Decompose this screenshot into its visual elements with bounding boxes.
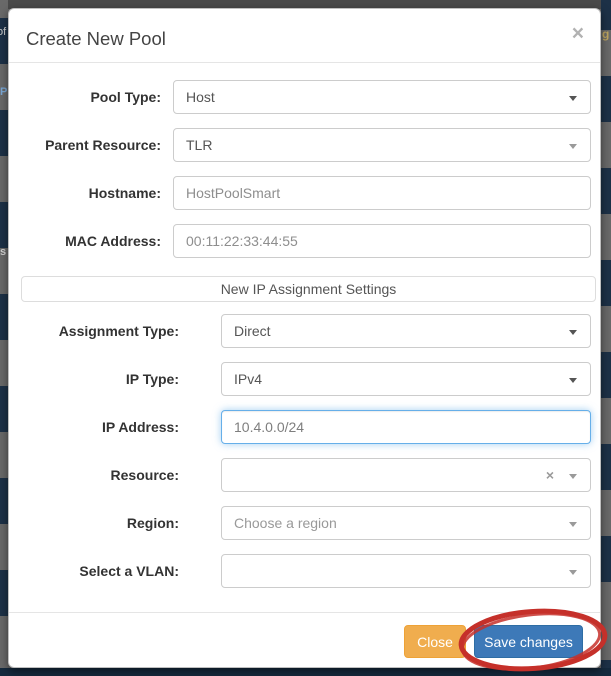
pool-type-value: Host <box>186 89 215 105</box>
modal-footer: Close Save changes <box>9 612 600 669</box>
backdrop-text-fragment: of <box>0 26 6 38</box>
region-select[interactable]: Choose a region <box>221 506 591 540</box>
chevron-down-icon <box>569 96 577 101</box>
ip-address-input[interactable] <box>221 410 591 444</box>
backdrop-bottom-bar <box>0 668 611 676</box>
hostname-input[interactable] <box>173 176 591 210</box>
field-row-ip-type: IP Type: IPv4 <box>9 362 600 396</box>
save-changes-button[interactable]: Save changes <box>474 625 583 658</box>
pool-type-label: Pool Type: <box>21 80 161 114</box>
vlan-label: Select a VLAN: <box>21 554 179 588</box>
field-row-region: Region: Choose a region <box>9 506 600 540</box>
parent-resource-value: TLR <box>186 137 212 153</box>
backdrop-text-fragment: s <box>0 246 6 258</box>
close-button[interactable]: Close <box>404 625 466 658</box>
resource-select[interactable]: × <box>221 458 591 492</box>
ip-address-label: IP Address: <box>21 410 179 444</box>
clear-selection-icon[interactable]: × <box>546 459 554 491</box>
create-new-pool-modal: Create New Pool × Pool Type: Host Parent… <box>8 8 601 668</box>
mac-address-input[interactable] <box>173 224 591 258</box>
field-row-vlan: Select a VLAN: <box>9 554 600 588</box>
ip-type-label: IP Type: <box>21 362 179 396</box>
chevron-down-icon <box>569 474 577 479</box>
resource-label: Resource: <box>21 458 179 492</box>
region-label: Region: <box>21 506 179 540</box>
field-row-mac-address: MAC Address: <box>9 224 600 258</box>
parent-resource-select[interactable]: TLR <box>173 128 591 162</box>
region-placeholder: Choose a region <box>234 515 337 531</box>
chevron-down-icon <box>569 330 577 335</box>
backdrop-text-fragment: g <box>602 27 609 41</box>
chevron-down-icon <box>569 522 577 527</box>
backdrop-left-edge: of P s <box>0 0 8 676</box>
ip-type-select[interactable]: IPv4 <box>221 362 591 396</box>
mac-address-label: MAC Address: <box>21 224 161 258</box>
assignment-type-label: Assignment Type: <box>21 314 179 348</box>
hostname-label: Hostname: <box>21 176 161 210</box>
backdrop-text-fragment: P <box>0 86 7 98</box>
assignment-type-value: Direct <box>234 323 271 339</box>
backdrop-right-edge: g <box>601 0 611 676</box>
pool-type-select[interactable]: Host <box>173 80 591 114</box>
chevron-down-icon <box>569 144 577 149</box>
field-row-assignment-type: Assignment Type: Direct <box>9 314 600 348</box>
vlan-select[interactable] <box>221 554 591 588</box>
close-icon[interactable]: × <box>572 23 584 44</box>
chevron-down-icon <box>569 570 577 575</box>
ip-assignment-section-heading: New IP Assignment Settings <box>21 276 596 302</box>
field-row-hostname: Hostname: <box>9 176 600 210</box>
ip-type-value: IPv4 <box>234 371 262 387</box>
field-row-resource: Resource: × <box>9 458 600 492</box>
field-row-ip-address: IP Address: <box>9 410 600 444</box>
parent-resource-label: Parent Resource: <box>21 128 161 162</box>
assignment-type-select[interactable]: Direct <box>221 314 591 348</box>
field-row-parent-resource: Parent Resource: TLR <box>9 128 600 162</box>
field-row-pool-type: Pool Type: Host <box>9 80 600 114</box>
modal-title: Create New Pool <box>26 26 166 52</box>
chevron-down-icon <box>569 378 577 383</box>
header-divider <box>9 62 600 63</box>
